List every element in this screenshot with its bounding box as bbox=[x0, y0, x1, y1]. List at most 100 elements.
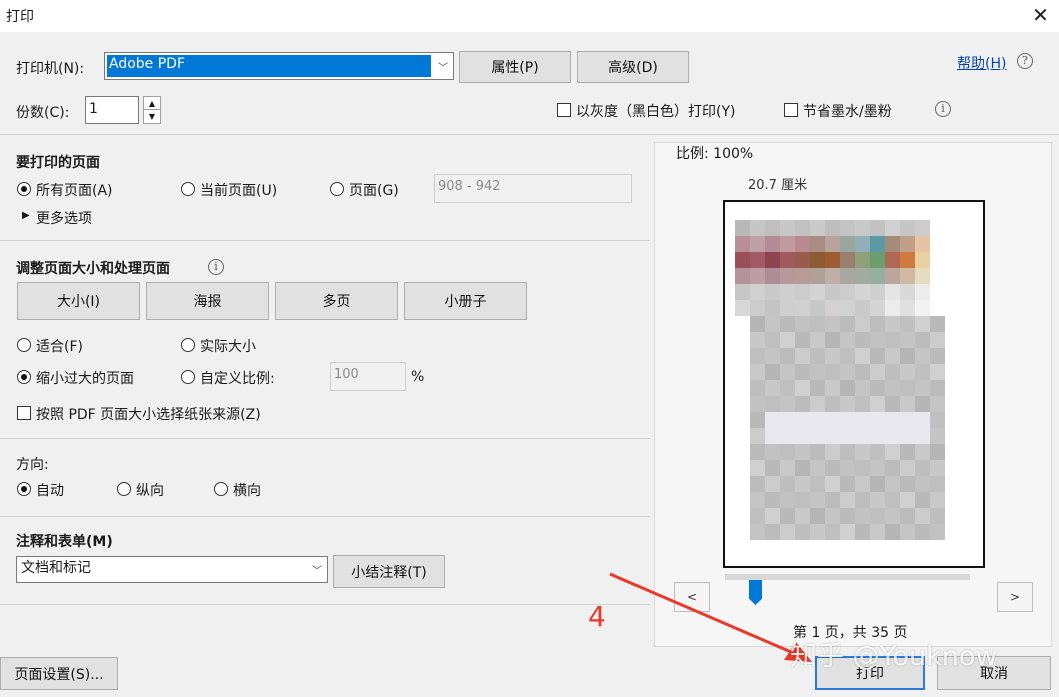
summarize-comments-button[interactable]: 小结注释(T) bbox=[333, 555, 445, 588]
printer-select[interactable]: Adobe PDF ﹀ bbox=[104, 52, 454, 80]
preview-mosaic-cell bbox=[750, 476, 765, 492]
preview-mosaic-cell bbox=[915, 316, 930, 332]
preview-mosaic-cell bbox=[900, 476, 915, 492]
preview-mosaic-cell bbox=[915, 396, 930, 412]
chevron-down-icon: ﹀ bbox=[312, 566, 322, 577]
help-link[interactable]: 帮助(H) bbox=[957, 53, 1006, 73]
fit-radio[interactable] bbox=[17, 338, 31, 352]
info-icon[interactable]: i bbox=[935, 101, 951, 117]
orientation-portrait-radio[interactable] bbox=[117, 482, 131, 496]
preview-mosaic-cell bbox=[885, 220, 900, 236]
preview-mosaic-cell bbox=[795, 284, 810, 300]
booklet-tab[interactable]: 小册子 bbox=[404, 282, 527, 320]
preview-mosaic-cell bbox=[915, 220, 930, 236]
multiple-tab[interactable]: 多页 bbox=[275, 282, 398, 320]
preview-mosaic-cell bbox=[885, 524, 900, 540]
preview-mosaic-cell bbox=[900, 428, 915, 444]
preview-mosaic-cell bbox=[900, 492, 915, 508]
advanced-button[interactable]: 高级(D) bbox=[577, 51, 689, 83]
preview-mosaic-cell bbox=[750, 508, 765, 524]
orientation-landscape-radio[interactable] bbox=[214, 482, 228, 496]
all-pages-radio[interactable] bbox=[17, 182, 31, 196]
preview-mosaic-cell bbox=[855, 428, 870, 444]
copies-input[interactable]: 1 bbox=[85, 96, 139, 124]
preview-mosaic-cell bbox=[810, 236, 825, 252]
page-sizing-heading: 调整页面大小和处理页面 bbox=[16, 261, 170, 277]
paper-source-label: 按照 PDF 页面大小选择纸张来源(Z) bbox=[36, 407, 261, 423]
pages-radio[interactable] bbox=[330, 182, 344, 196]
save-ink-checkbox[interactable] bbox=[784, 103, 798, 117]
expand-triangle-icon[interactable]: ▶ bbox=[22, 210, 30, 221]
window-title: 打印 bbox=[6, 9, 34, 25]
shrink-oversized-radio[interactable] bbox=[17, 370, 31, 384]
size-tab[interactable]: 大小(I) bbox=[17, 282, 140, 320]
preview-mosaic-cell bbox=[840, 444, 855, 460]
preview-mosaic-cell bbox=[765, 348, 780, 364]
preview-mosaic-cell bbox=[870, 492, 885, 508]
stepper-up-icon[interactable]: ▲ bbox=[144, 97, 160, 110]
preview-mosaic-cell bbox=[810, 492, 825, 508]
comments-select-value: 文档和标记 bbox=[21, 560, 91, 576]
preview-mosaic-cell bbox=[900, 268, 915, 284]
grayscale-checkbox[interactable] bbox=[557, 103, 571, 117]
preview-mosaic-cell bbox=[795, 460, 810, 476]
preview-mosaic-cell bbox=[780, 316, 795, 332]
chevron-down-icon: ﹀ bbox=[438, 62, 448, 74]
preview-mosaic-cell bbox=[765, 236, 780, 252]
page-setup-button[interactable]: 页面设置(S)... bbox=[0, 657, 118, 690]
preview-mosaic-cell bbox=[750, 220, 765, 236]
preview-mosaic-cell bbox=[765, 428, 780, 444]
close-icon[interactable]: ✕ bbox=[1022, 0, 1059, 32]
properties-button[interactable]: 属性(P) bbox=[459, 51, 571, 83]
preview-mosaic-cell bbox=[765, 508, 780, 524]
poster-tab[interactable]: 海报 bbox=[146, 282, 269, 320]
custom-scale-radio[interactable] bbox=[181, 370, 195, 384]
preview-mosaic-cell bbox=[810, 284, 825, 300]
preview-mosaic-cell bbox=[840, 332, 855, 348]
stepper-down-icon[interactable]: ▼ bbox=[144, 110, 160, 123]
preview-mosaic-cell bbox=[900, 364, 915, 380]
info-icon[interactable]: i bbox=[208, 259, 224, 275]
preview-mosaic-cell bbox=[750, 444, 765, 460]
preview-mosaic-cell bbox=[840, 396, 855, 412]
preview-mosaic-cell bbox=[825, 348, 840, 364]
preview-mosaic-cell bbox=[735, 252, 750, 268]
comments-select[interactable]: 文档和标记 ﹀ bbox=[16, 556, 328, 583]
preview-mosaic-cell bbox=[840, 476, 855, 492]
preview-mosaic-cell bbox=[840, 364, 855, 380]
preview-mosaic-cell bbox=[810, 300, 825, 316]
preview-mosaic-cell bbox=[840, 284, 855, 300]
more-options-link[interactable]: 更多选项 bbox=[36, 208, 92, 228]
custom-scale-input[interactable]: 100 bbox=[330, 362, 406, 391]
preview-mosaic-cell bbox=[885, 236, 900, 252]
preview-mosaic-cell bbox=[795, 492, 810, 508]
orientation-auto-radio[interactable] bbox=[17, 482, 31, 496]
preview-mosaic-cell bbox=[825, 524, 840, 540]
preview-mosaic-cell bbox=[810, 396, 825, 412]
preview-mosaic-cell bbox=[885, 380, 900, 396]
preview-mosaic-cell bbox=[900, 524, 915, 540]
orientation-label: 方向: bbox=[16, 457, 49, 473]
preview-mosaic-cell bbox=[750, 252, 765, 268]
preview-mosaic-cell bbox=[780, 428, 795, 444]
copies-stepper[interactable]: ▲ ▼ bbox=[143, 96, 161, 124]
next-page-button[interactable]: > bbox=[997, 582, 1033, 612]
preview-mosaic-cell bbox=[810, 508, 825, 524]
pages-range-input[interactable]: 908 - 942 bbox=[434, 174, 632, 203]
preview-mosaic-cell bbox=[855, 476, 870, 492]
current-page-radio[interactable] bbox=[181, 182, 195, 196]
help-question-icon[interactable]: ? bbox=[1017, 53, 1033, 69]
actual-size-radio[interactable] bbox=[181, 338, 195, 352]
preview-mosaic-cell bbox=[915, 236, 930, 252]
preview-mosaic-cell bbox=[885, 412, 900, 428]
preview-mosaic-cell bbox=[765, 332, 780, 348]
preview-mosaic-cell bbox=[825, 396, 840, 412]
paper-source-checkbox[interactable] bbox=[17, 406, 31, 420]
preview-mosaic-cell bbox=[810, 444, 825, 460]
preview-mosaic-cell bbox=[840, 380, 855, 396]
preview-mosaic-cell bbox=[810, 268, 825, 284]
preview-mosaic-cell bbox=[870, 380, 885, 396]
preview-mosaic-cell bbox=[915, 444, 930, 460]
preview-mosaic-cell bbox=[840, 428, 855, 444]
preview-mosaic-cell bbox=[840, 300, 855, 316]
